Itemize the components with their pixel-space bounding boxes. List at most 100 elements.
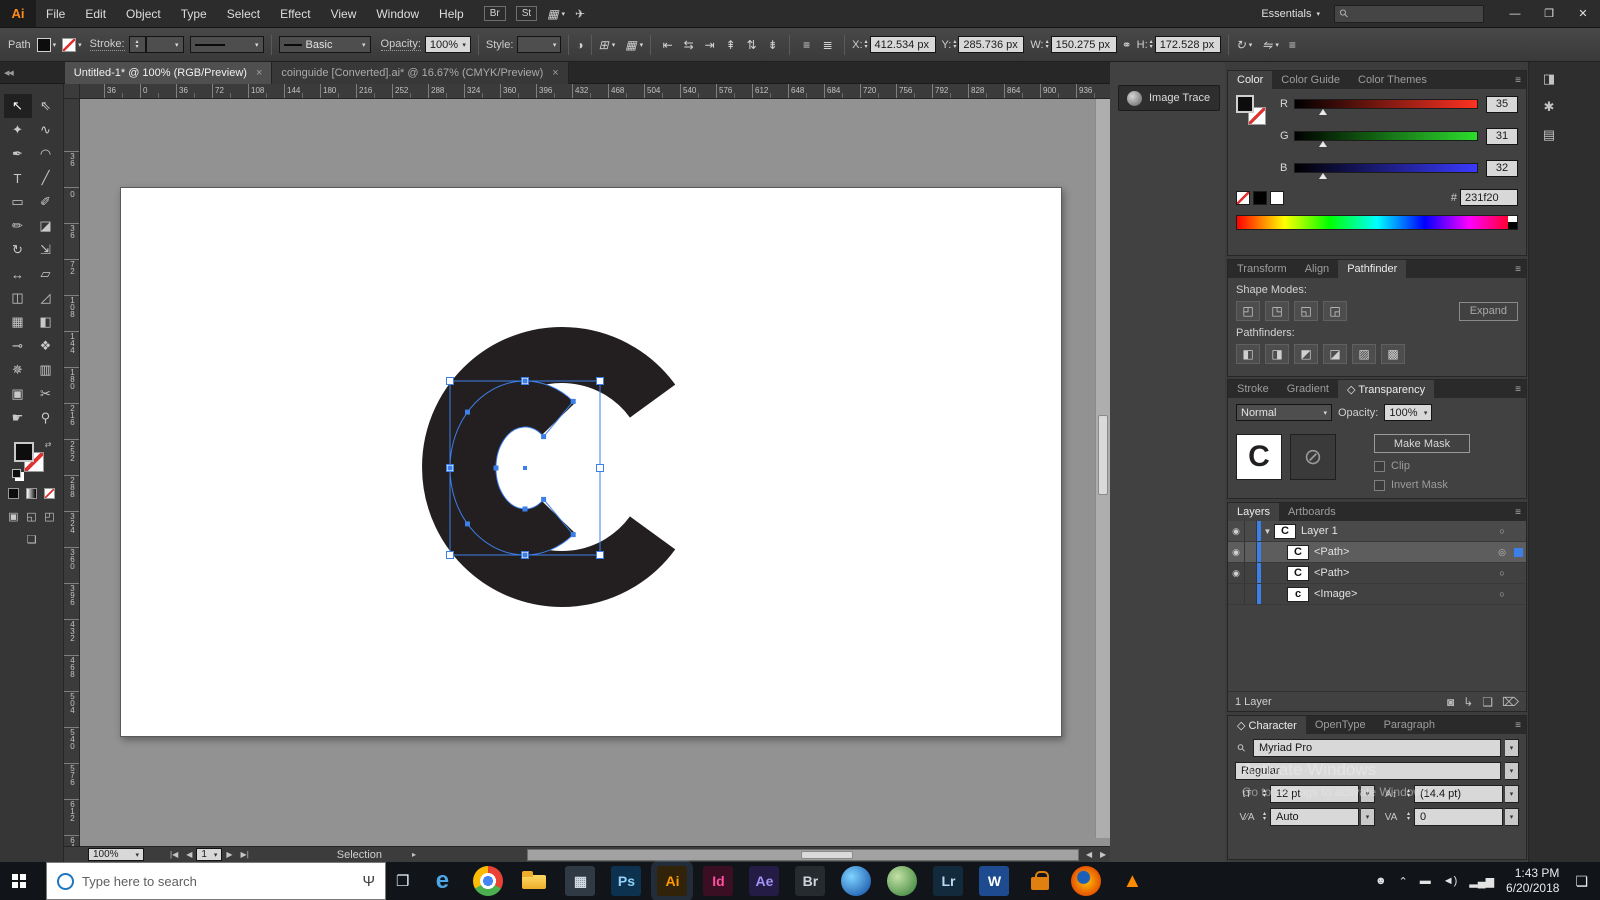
ruler-origin-corner[interactable]	[64, 84, 80, 99]
document-tab[interactable]: Untitled-1* @ 100% (RGB/Preview) ×	[64, 61, 273, 84]
panel-tab[interactable]: Align	[1296, 260, 1338, 278]
search-input[interactable]	[82, 873, 336, 889]
selection-chip[interactable]	[1511, 584, 1526, 604]
target-circle-icon[interactable]: ○	[1493, 526, 1511, 536]
control-panel-menu-icon[interactable]: ≡	[1289, 38, 1296, 52]
paintbrush-tool[interactable]: ✐	[32, 190, 60, 214]
menu-item[interactable]: Help	[429, 0, 474, 28]
align-bottom-icon[interactable]: ⇟	[763, 36, 782, 54]
tab-close-icon[interactable]: ×	[552, 67, 558, 79]
start-button[interactable]	[0, 862, 46, 900]
zoom-tool[interactable]: ⚲	[32, 406, 60, 430]
flip-icon[interactable]: ⇋ ▾	[1262, 38, 1279, 52]
symbol-sprayer-tool[interactable]: ✵	[4, 358, 32, 382]
panel-tab[interactable]: ◇ Transparency	[1338, 380, 1435, 398]
hand-tool[interactable]: ☛	[4, 406, 32, 430]
none-swatch[interactable]	[1236, 190, 1250, 205]
curvature-tool[interactable]: ◠	[32, 142, 60, 166]
menu-item[interactable]: Select	[217, 0, 270, 28]
lock-toggle[interactable]	[1245, 542, 1257, 562]
slider-thumb[interactable]	[1318, 173, 1327, 179]
dropdown-arrow-icon[interactable]: ▾	[1505, 785, 1519, 803]
battery-icon[interactable]: ▬	[1420, 875, 1431, 887]
panel-menu-icon[interactable]: ≡	[1515, 507, 1521, 518]
screen-mode-icon[interactable]: ❏	[24, 532, 40, 547]
layer-name[interactable]: Layer 1	[1301, 525, 1338, 537]
vertical-ruler[interactable]: 36 0 36 72 108 144 180 216 252 288 324 360 396 432 468…	[64, 99, 80, 846]
stroke-weight-stepper[interactable]: ▴ ▾	[128, 36, 146, 53]
stroke-weight-dropdown[interactable]: ▾	[145, 36, 184, 53]
align-left-icon[interactable]: ⇤	[658, 36, 677, 54]
cortana-icon[interactable]	[57, 872, 74, 890]
status-flyout-icon[interactable]: ▸	[412, 850, 416, 859]
menu-item[interactable]: Window	[366, 0, 429, 28]
black-corner-swatch[interactable]	[1508, 222, 1517, 229]
draw-normal-icon[interactable]: ▣	[6, 509, 22, 524]
channel-slider[interactable]	[1294, 131, 1478, 147]
fill-proxy-swatch[interactable]	[13, 442, 34, 462]
layer-row[interactable]: c <Image> ○	[1228, 584, 1526, 605]
indesign-icon[interactable]: Id	[703, 866, 734, 896]
w-field[interactable]: 150.275 px	[1050, 36, 1117, 53]
slider-thumb[interactable]	[1318, 141, 1327, 147]
new-sublayer-icon[interactable]: ↳	[1463, 695, 1473, 709]
lasso-tool[interactable]: ∿	[32, 118, 60, 142]
kerning-field[interactable]: Auto	[1270, 808, 1359, 826]
last-artboard-button[interactable]: ▶|	[241, 850, 249, 859]
channel-slider[interactable]	[1294, 99, 1478, 115]
collapsed-panel-icon-2[interactable]: ✱	[1537, 96, 1561, 118]
gradient-tool[interactable]: ◧	[32, 310, 60, 334]
dropdown-arrow-icon[interactable]: ▾	[1505, 808, 1519, 826]
color-spectrum[interactable]	[1236, 215, 1518, 230]
first-artboard-button[interactable]: |◀	[170, 850, 178, 859]
close-button[interactable]: ✕	[1566, 0, 1600, 27]
visibility-toggle[interactable]: ◉	[1228, 563, 1245, 583]
target-circle-icon[interactable]: ○	[1493, 568, 1511, 578]
shape-builder-tool[interactable]: ◫	[4, 286, 32, 310]
hidden-icons-caret[interactable]: ⌃	[1399, 875, 1408, 888]
vertical-scrollbar[interactable]	[1095, 99, 1110, 838]
next-artboard-button[interactable]: ▶	[226, 850, 232, 859]
workspace-switcher[interactable]: Essentials ▾	[1261, 8, 1320, 20]
search-input[interactable]: ⚲	[1334, 4, 1484, 23]
tab-scroll-chevrons-icon[interactable]: ◀◀	[4, 69, 14, 77]
rectangle-tool[interactable]: ▭	[4, 190, 32, 214]
panel-menu-icon[interactable]: ≡	[1515, 264, 1521, 275]
blue-globe-app-icon[interactable]	[841, 866, 872, 896]
panel-tab[interactable]: Stroke	[1228, 380, 1278, 398]
unite-icon[interactable]: ◰	[1236, 301, 1260, 321]
network-icon[interactable]: ▂▄▆	[1469, 875, 1494, 888]
restore-button[interactable]: ❐	[1532, 0, 1566, 27]
draw-inside-icon[interactable]: ◰	[42, 509, 58, 524]
scale-tool[interactable]: ⇲	[32, 238, 60, 262]
blend-tool[interactable]: ❖	[32, 334, 60, 358]
brush-definition-dropdown[interactable]: Basic ▾	[278, 36, 371, 53]
photos-app-icon[interactable]: ▦	[565, 866, 596, 896]
collapsed-panel-icon-3[interactable]: ▤	[1537, 124, 1561, 146]
direct-selection-tool[interactable]: ⇖	[32, 94, 60, 118]
menu-item[interactable]: File	[36, 0, 75, 28]
recolor-artwork-icon[interactable]: ◑	[576, 38, 583, 52]
panel-menu-icon[interactable]: ≡	[1515, 384, 1521, 395]
perspective-grid-tool[interactable]: ◿	[32, 286, 60, 310]
dropdown-arrow-icon[interactable]: ▾	[1505, 739, 1519, 757]
edge-icon[interactable]: e	[427, 866, 457, 896]
channel-slider[interactable]	[1294, 163, 1478, 179]
opacity-label[interactable]: Opacity:	[380, 38, 421, 51]
dropdown-arrow-icon[interactable]: ▾	[1505, 762, 1519, 780]
scroll-left-icon[interactable]: ◀	[1086, 850, 1092, 859]
menu-item[interactable]: Type	[171, 0, 217, 28]
channel-value-field[interactable]: 35	[1486, 95, 1518, 113]
people-icon[interactable]: ☻	[1375, 875, 1387, 887]
layer-row[interactable]: ◉ C <Path> ◎	[1228, 542, 1526, 563]
artboard-number-field[interactable]: 1 ▾	[196, 848, 223, 861]
mask-thumbnail[interactable]: ⊘	[1290, 434, 1336, 480]
leading-field[interactable]: (14.4 pt)	[1414, 785, 1503, 803]
layer-row[interactable]: ◉ C <Path> ○	[1228, 563, 1526, 584]
document-tab[interactable]: coinguide [Converted].ai* @ 16.67% (CMYK…	[272, 61, 569, 84]
panel-menu-icon[interactable]: ≡	[1515, 75, 1521, 86]
swap-fill-stroke-icon[interactable]: ⇄	[45, 440, 52, 449]
fill-proxy-swatch[interactable]	[1236, 95, 1254, 113]
target-circle-icon[interactable]: ◎	[1493, 547, 1511, 558]
column-graph-tool[interactable]: ▥	[32, 358, 60, 382]
